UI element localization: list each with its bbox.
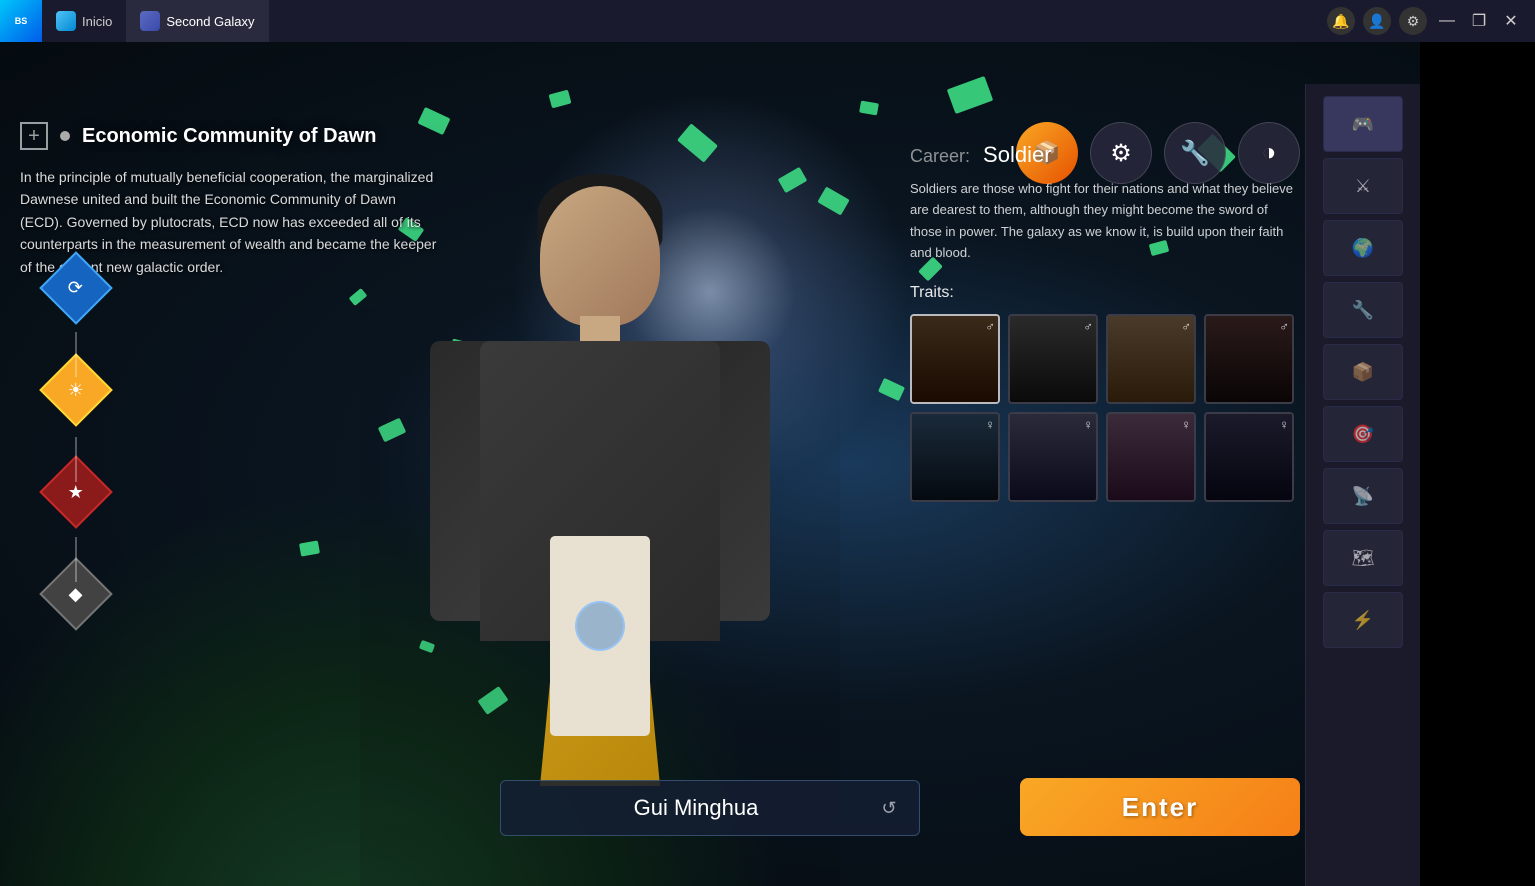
portrait-grid: ♂ ♂ ♂ ♂ ♀ [910, 314, 1300, 502]
minimize-button[interactable]: — [1435, 9, 1459, 33]
signal-icon: 📡 [1352, 486, 1374, 507]
portrait-f2[interactable]: ♀ [1008, 412, 1098, 502]
misc-icon: ◆ [69, 584, 83, 605]
refresh-name-button[interactable]: ↺ [875, 794, 903, 822]
inicio-icon [56, 11, 76, 31]
chest-logo [575, 601, 625, 651]
char-head [540, 186, 660, 326]
account-icon[interactable]: 👤 [1363, 7, 1391, 35]
gender-icon-f4: ♀ [1279, 417, 1289, 432]
galaxy-icon [140, 11, 160, 31]
nav-line-1 [75, 332, 77, 377]
gender-icon-f2: ♀ [1083, 417, 1093, 432]
bluestacks-logo: BS [0, 0, 42, 42]
career-value: Soldier [983, 142, 1051, 167]
gender-icon-f3: ♀ [1181, 417, 1191, 432]
map-icon: 🗺 [1352, 548, 1375, 569]
character-body [410, 166, 790, 886]
sidebar-map-button[interactable]: 🗺 [1323, 530, 1403, 586]
power-icon: ⚡ [1352, 610, 1374, 631]
star-icon: ★ [68, 481, 84, 502]
titlebar-controls: 🔔 👤 ⚙ — ❐ ✕ [1327, 7, 1535, 35]
gender-icon-m3: ♂ [1181, 319, 1191, 334]
notification-icon[interactable]: 🔔 [1327, 7, 1355, 35]
character-figure [360, 106, 840, 886]
gender-icon-m2: ♂ [1083, 319, 1093, 334]
career-header: Career: Soldier [910, 142, 1300, 168]
portrait-f4[interactable]: ♀ [1204, 412, 1294, 502]
nav-line-2 [75, 437, 77, 482]
home-icon: 🎮 [1352, 114, 1374, 135]
enter-button[interactable]: Enter [1020, 778, 1300, 836]
portrait-m2[interactable]: ♂ [1008, 314, 1098, 404]
tab-inicio-label: Inicio [82, 14, 112, 29]
portrait-m4[interactable]: ♂ [1204, 314, 1294, 404]
tab-inicio[interactable]: Inicio [42, 0, 126, 42]
gender-icon-m4: ♂ [1279, 319, 1289, 334]
portrait-m3[interactable]: ♂ [1106, 314, 1196, 404]
char-torso [480, 341, 720, 641]
right-sidebar: 🎮 ⚔ 🌍 🔧 📦 🎯 📡 🗺 ⚡ [1305, 84, 1420, 886]
empire-icon: ☀ [68, 379, 84, 400]
nav-ecd-button[interactable]: ⟳ [39, 251, 113, 325]
sidebar-home-button[interactable]: 🎮 [1323, 96, 1403, 152]
ecd-icon: ⟳ [68, 278, 83, 299]
titlebar: BS Inicio Second Galaxy 🔔 👤 ⚙ — ❐ ✕ [0, 0, 1535, 42]
career-description: Soldiers are those who fight for their n… [910, 178, 1300, 264]
portrait-f3[interactable]: ♀ [1106, 412, 1196, 502]
gender-icon-f1: ♀ [985, 417, 995, 432]
sidebar-power-button[interactable]: ⚡ [1323, 592, 1403, 648]
nav-line-3 [75, 537, 77, 582]
portrait-row-female: ♀ ♀ ♀ ♀ [910, 412, 1300, 502]
portrait-m1[interactable]: ♂ [910, 314, 1000, 404]
character-display-area [300, 42, 900, 886]
portrait-f1[interactable]: ♀ [910, 412, 1000, 502]
combat-icon: ⚔ [1355, 176, 1371, 197]
traits-label: Traits: [910, 284, 1300, 302]
gender-icon-m1: ♂ [985, 319, 995, 334]
name-input-container: ↺ [500, 780, 920, 836]
close-button[interactable]: ✕ [1499, 9, 1523, 33]
logo-text: BS [15, 16, 28, 26]
tab-second-galaxy[interactable]: Second Galaxy [126, 0, 268, 42]
sidebar-tools-icon: 🔧 [1352, 300, 1374, 321]
sidebar-combat-button[interactable]: ⚔ [1323, 158, 1403, 214]
world-icon: 🌍 [1352, 238, 1374, 259]
portrait-row-male: ♂ ♂ ♂ ♂ [910, 314, 1300, 404]
sidebar-inventory-icon: 📦 [1352, 362, 1374, 383]
sidebar-world-button[interactable]: 🌍 [1323, 220, 1403, 276]
sidebar-inventory-button[interactable]: 📦 [1323, 344, 1403, 400]
sidebar-target-button[interactable]: 🎯 [1323, 406, 1403, 462]
faction-bullet [60, 131, 70, 141]
career-panel: Career: Soldier Soldiers are those who f… [910, 142, 1300, 502]
add-faction-button[interactable]: + [20, 122, 48, 150]
game-area: + Economic Community of Dawn In the prin… [0, 42, 1420, 886]
sidebar-tools-button[interactable]: 🔧 [1323, 282, 1403, 338]
tab-game-label: Second Galaxy [166, 14, 254, 29]
character-name-input[interactable] [517, 795, 875, 821]
character-name-bar: ↺ [500, 780, 920, 836]
settings-icon[interactable]: ⚙ [1399, 7, 1427, 35]
maximize-button[interactable]: ❐ [1467, 9, 1491, 33]
career-label: Career: [910, 146, 970, 166]
sidebar-signal-button[interactable]: 📡 [1323, 468, 1403, 524]
target-icon: 🎯 [1352, 424, 1374, 445]
